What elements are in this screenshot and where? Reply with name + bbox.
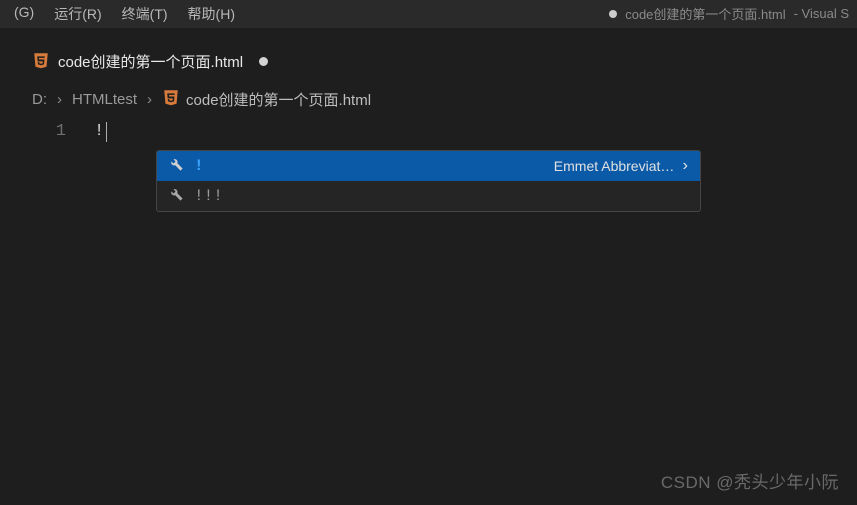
- line-number: 1: [24, 120, 94, 144]
- menubar: (G) 运行(R) 终端(T) 帮助(H) code创建的第一个页面.html …: [0, 0, 857, 28]
- dirty-indicator-icon: [609, 10, 617, 18]
- bc-drive[interactable]: D:: [32, 91, 47, 108]
- code-line-1: !: [94, 120, 107, 144]
- html-file-icon: [162, 88, 180, 110]
- suggest-item[interactable]: ! Emmet Abbreviat… ›: [157, 151, 700, 181]
- html-file-icon: [32, 51, 50, 73]
- menu-item-terminal[interactable]: 终端(T): [112, 2, 178, 26]
- suggest-item[interactable]: !!!: [157, 181, 700, 211]
- editor-area[interactable]: 1 ! ! Emmet Abbreviat… › !!!: [24, 120, 857, 500]
- suggest-widget[interactable]: ! Emmet Abbreviat… › !!!: [156, 150, 701, 212]
- breadcrumb[interactable]: D: › HTMLtest › code创建的第一个页面.html: [24, 80, 857, 120]
- chevron-right-icon: ›: [147, 91, 152, 108]
- chevron-right-icon[interactable]: ›: [680, 157, 690, 175]
- menu-item-g[interactable]: (G): [4, 2, 44, 26]
- title-app: - Visual S: [794, 6, 849, 21]
- suggest-detail: Emmet Abbreviat…: [554, 158, 675, 174]
- watermark: CSDN @秃头少年小阮: [661, 468, 839, 493]
- menu-item-help[interactable]: 帮助(H): [178, 2, 245, 26]
- tab-label: code创建的第一个页面.html: [58, 51, 243, 72]
- wrench-icon: [167, 185, 184, 207]
- tab-active-file[interactable]: code创建的第一个页面.html: [24, 44, 282, 79]
- bc-folder[interactable]: HTMLtest: [72, 91, 137, 108]
- title-file: code创建的第一个页面.html: [625, 4, 785, 23]
- bc-file[interactable]: code创建的第一个页面.html: [162, 88, 371, 110]
- text-cursor-icon: [106, 122, 107, 142]
- chevron-right-icon: ›: [57, 91, 62, 108]
- wrench-icon: [167, 155, 184, 177]
- dirty-dot-icon: [259, 57, 268, 66]
- suggest-label: !!!: [194, 187, 223, 205]
- menu-item-run[interactable]: 运行(R): [44, 2, 111, 26]
- tab-bar: code创建的第一个页面.html: [24, 42, 857, 80]
- window-title: code创建的第一个页面.html - Visual S: [609, 4, 849, 23]
- suggest-label: !: [194, 157, 204, 175]
